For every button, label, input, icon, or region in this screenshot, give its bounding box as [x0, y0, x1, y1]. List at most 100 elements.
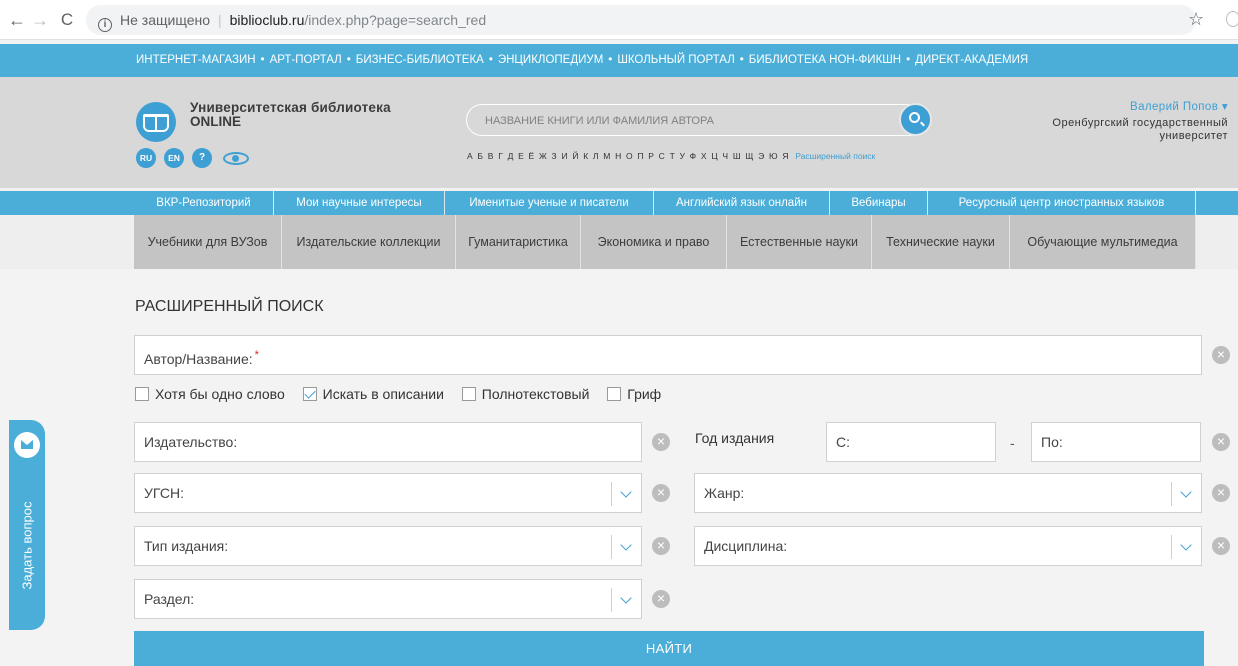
- search-options: Хотя бы одно слово Искать в описании Пол…: [135, 386, 675, 406]
- eye-icon[interactable]: [223, 152, 249, 165]
- nav-webinars[interactable]: Вебинары: [830, 191, 928, 215]
- logo-title[interactable]: Университетская библиотека: [190, 101, 391, 115]
- nav-vkr-repository[interactable]: ВКР-Репозиторий: [134, 191, 274, 215]
- clear-publisher-icon[interactable]: ×: [652, 433, 670, 451]
- section-label: Раздел:: [144, 591, 195, 607]
- back-icon[interactable]: ←: [6, 9, 28, 31]
- bookmark-star-icon[interactable]: ☆: [1188, 9, 1204, 30]
- nav-publisher-collections[interactable]: Издательские коллекции: [282, 215, 456, 269]
- year-to-field[interactable]: По:: [1031, 422, 1201, 462]
- nav-language-center[interactable]: Ресурсный центр иностранных языков: [928, 191, 1196, 215]
- portal-separator: •: [346, 54, 351, 66]
- clear-year-icon[interactable]: ×: [1212, 433, 1230, 451]
- url-host: biblioclub.ru: [229, 12, 305, 28]
- clear-author-icon[interactable]: ×: [1212, 346, 1230, 364]
- mail-icon: [14, 432, 40, 458]
- address-bar[interactable]: i Не защищено | biblioclub.ru/index.php?pag…: [86, 5, 1196, 35]
- portal-link[interactable]: БИЗНЕС-БИБЛИОТЕКА: [356, 54, 484, 66]
- search-button[interactable]: [899, 103, 932, 136]
- portal-link[interactable]: АРТ-ПОРТАЛ: [270, 54, 342, 66]
- advanced-search-link[interactable]: Расширенный поиск: [795, 151, 875, 161]
- user-organization: Оренбургский государственный университет: [1052, 117, 1228, 142]
- extension-icon[interactable]: [1226, 11, 1238, 27]
- portal-link[interactable]: ШКОЛЬНЫЙ ПОРТАЛ: [617, 54, 734, 66]
- edition-type-select[interactable]: Тип издания:: [134, 526, 642, 566]
- nav-textbooks[interactable]: Учебники для ВУЗов: [134, 215, 282, 269]
- checkbox-any-word[interactable]: [135, 387, 149, 401]
- page-title: РАСШИРЕННЫЙ ПОИСК: [135, 298, 324, 315]
- nav-natural-sciences[interactable]: Естественные науки: [727, 215, 872, 269]
- alphabet-index[interactable]: А Б В Г Д Е Ё Ж З И Й К Л М Н О П Р С Т …: [467, 151, 875, 161]
- option-grif[interactable]: Гриф: [607, 386, 661, 402]
- ugsn-select[interactable]: УГСН:: [134, 473, 642, 513]
- clear-section-icon[interactable]: ×: [652, 590, 670, 608]
- search-icon: [909, 112, 920, 123]
- discipline-label: Дисциплина:: [704, 538, 788, 554]
- user-menu[interactable]: Валерий Попов ▾: [1130, 99, 1228, 113]
- option-grif-label: Гриф: [627, 386, 662, 402]
- year-dash: -: [1010, 435, 1015, 451]
- nav-economics-law[interactable]: Экономика и право: [581, 215, 727, 269]
- logo-subtitle[interactable]: ONLINE: [190, 115, 241, 129]
- search-box: [466, 103, 932, 136]
- portal-link[interactable]: ИНТЕРНЕТ-МАГАЗИН: [136, 54, 256, 66]
- clear-edition-type-icon[interactable]: ×: [652, 537, 670, 555]
- category-nav: Учебники для ВУЗов Издательские коллекци…: [0, 215, 1238, 269]
- year-from-label: С:: [836, 434, 850, 450]
- portal-separator: •: [608, 54, 613, 66]
- nav-english-online[interactable]: Английский язык онлайн: [654, 191, 830, 215]
- checkbox-fulltext[interactable]: [461, 387, 476, 401]
- ask-question-tab[interactable]: Задать вопрос: [9, 420, 45, 630]
- browser-toolbar: ← → C i Не защищено | biblioclub.ru/index.p…: [0, 0, 1238, 40]
- option-fulltext-label: Полнотекстовый: [481, 386, 590, 402]
- forward-icon[interactable]: →: [29, 9, 51, 31]
- option-any-word[interactable]: Хотя бы одно слово: [135, 386, 285, 402]
- checkbox-search-description[interactable]: [302, 387, 317, 401]
- help-button[interactable]: ?: [192, 148, 212, 168]
- portal-separator: •: [488, 54, 493, 66]
- discipline-select[interactable]: Дисциплина:: [694, 526, 1202, 566]
- genre-select[interactable]: Жанр:: [694, 473, 1202, 513]
- find-button[interactable]: НАЙТИ: [134, 631, 1204, 666]
- chevron-down-icon[interactable]: [611, 535, 641, 559]
- genre-label: Жанр:: [704, 485, 745, 501]
- portal-link[interactable]: ДИРЕКТ-АКАДЕМИЯ: [915, 54, 1028, 66]
- nav-multimedia[interactable]: Обучающие мультимедиа: [1010, 215, 1196, 269]
- site-header: Университетская библиотека ONLINE RU EN …: [0, 77, 1238, 188]
- portal-link[interactable]: БИБЛИОТЕКА НОН-ФИКШН: [749, 54, 901, 66]
- chevron-down-icon[interactable]: [611, 588, 641, 612]
- portal-link[interactable]: ЭНЦИКЛОПЕДИУМ: [498, 54, 603, 66]
- clear-genre-icon[interactable]: ×: [1212, 484, 1230, 502]
- reload-icon[interactable]: C: [56, 9, 78, 31]
- clear-discipline-icon[interactable]: ×: [1212, 537, 1230, 555]
- info-icon[interactable]: i: [98, 18, 112, 32]
- search-input[interactable]: [485, 112, 885, 130]
- edition-type-label: Тип издания:: [144, 538, 229, 554]
- author-title-label: Автор/Название:: [144, 351, 253, 367]
- portal-separator: •: [739, 54, 744, 66]
- portal-separator: •: [906, 54, 911, 66]
- logo-book-icon[interactable]: [136, 102, 176, 142]
- option-fulltext[interactable]: Полнотекстовый: [461, 386, 590, 402]
- nav-humanities[interactable]: Гуманитаристика: [456, 215, 581, 269]
- nav-eminent-scientists[interactable]: Именитые ученые и писатели: [445, 191, 654, 215]
- lang-ru-button[interactable]: RU: [136, 148, 156, 168]
- year-from-field[interactable]: С:: [826, 422, 996, 462]
- url-path: /index.php?page=search_red: [304, 12, 487, 28]
- checkbox-grif[interactable]: [607, 387, 622, 401]
- portal-separator: •: [260, 54, 265, 66]
- chevron-down-icon[interactable]: [1171, 535, 1201, 559]
- alphabet-letters[interactable]: А Б В Г Д Е Ё Ж З И Й К Л М Н О П Р С Т …: [467, 151, 790, 161]
- chevron-down-icon[interactable]: [611, 482, 641, 506]
- author-title-field[interactable]: Автор/Название: *: [134, 335, 1202, 375]
- publisher-field[interactable]: Издательство:: [134, 422, 642, 462]
- option-search-description[interactable]: Искать в описании: [302, 386, 444, 402]
- section-select[interactable]: Раздел:: [134, 579, 642, 619]
- portals-bar: ИНТЕРНЕТ-МАГАЗИН • АРТ-ПОРТАЛ • БИЗНЕС-БИБЛИ…: [0, 44, 1238, 77]
- lang-en-button[interactable]: EN: [164, 148, 184, 168]
- chevron-down-icon[interactable]: [1171, 482, 1201, 506]
- nav-research-interests[interactable]: Мои научные интересы: [274, 191, 445, 215]
- clear-ugsn-icon[interactable]: ×: [652, 484, 670, 502]
- option-any-word-label: Хотя бы одно слово: [155, 386, 285, 402]
- nav-technical-sciences[interactable]: Технические науки: [872, 215, 1010, 269]
